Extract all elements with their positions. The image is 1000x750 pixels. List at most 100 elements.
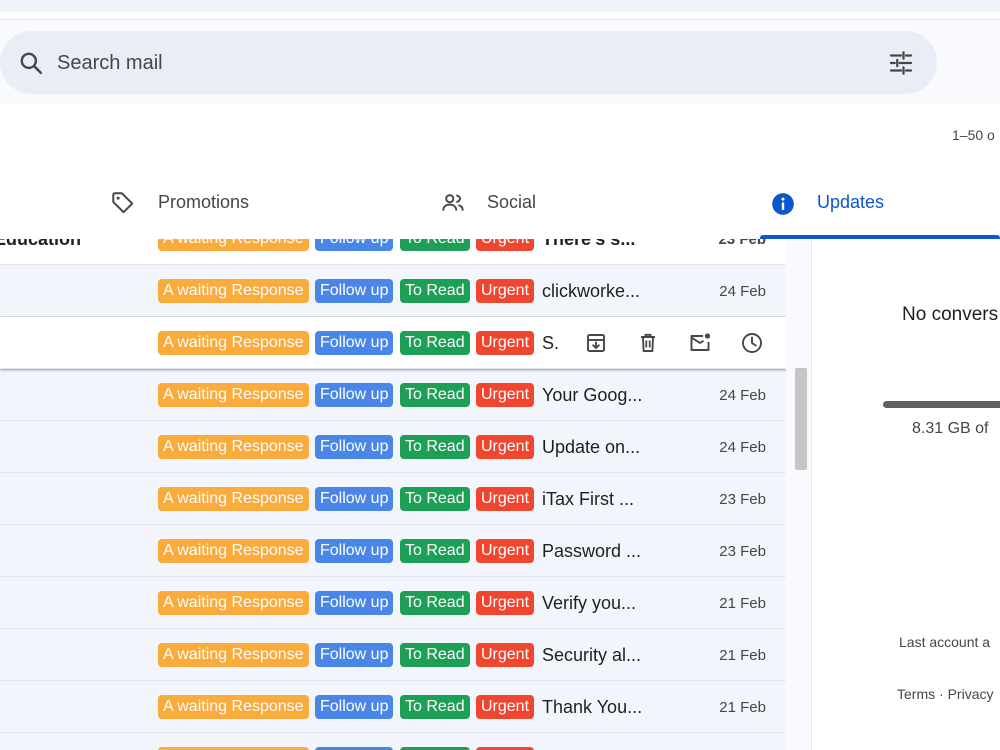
email-subject: Update on... — [542, 437, 641, 457]
scrollbar-thumb[interactable] — [795, 368, 807, 470]
email-subject: S. — [542, 333, 560, 353]
privacy-link[interactable]: Privacy — [948, 686, 994, 702]
email-sender: Education — [0, 239, 82, 249]
label-urgent: Urgent — [476, 591, 535, 615]
email-date: 24 Feb — [719, 439, 766, 456]
snooze-icon[interactable] — [740, 331, 764, 355]
email-row[interactable]: A waiting Response Follow up To Read Urg… — [0, 473, 786, 525]
label-follow-up: Follow up — [315, 591, 394, 615]
label-awaiting-response: A waiting Response — [158, 331, 309, 355]
email-row[interactable]: A waiting Response Follow up To Read Urg… — [0, 733, 786, 750]
label-awaiting-response: A waiting Response — [158, 239, 309, 251]
label-awaiting-response: A waiting Response — [158, 279, 309, 303]
tab-label: Updates — [817, 192, 885, 212]
label-urgent: Urgent — [476, 487, 535, 511]
label-urgent: Urgent — [476, 695, 535, 719]
email-subject: There's s... — [542, 239, 636, 249]
label-to-read: To Read — [400, 539, 470, 563]
storage-usage-text: 8.31 GB of — [912, 420, 989, 437]
pagination-text: 1–50 o — [952, 127, 995, 143]
search-options-icon[interactable] — [886, 48, 916, 78]
email-subject: Thank You... — [542, 697, 643, 717]
label-follow-up: Follow up — [315, 279, 394, 303]
label-follow-up: Follow up — [315, 539, 394, 563]
tab-label: Social — [487, 192, 537, 212]
label-urgent: Urgent — [476, 539, 535, 563]
info-icon — [772, 193, 794, 215]
label-to-read: To Read — [400, 643, 470, 667]
label-urgent: Urgent — [476, 435, 535, 459]
email-row[interactable]: A waiting Response Follow up To Read Urg… — [0, 369, 786, 421]
label-follow-up: Follow up — [315, 695, 394, 719]
label-to-read: To Read — [400, 239, 470, 251]
email-date: 21 Feb — [719, 647, 766, 664]
email-row[interactable]: A waiting Response Follow up To Read Urg… — [0, 681, 786, 733]
label-awaiting-response: A waiting Response — [158, 487, 309, 511]
label-awaiting-response: A waiting Response — [158, 435, 309, 459]
label-to-read: To Read — [400, 591, 470, 615]
label-follow-up: Follow up — [315, 383, 394, 407]
label-awaiting-response: A waiting Response — [158, 591, 309, 615]
label-follow-up: Follow up — [315, 643, 394, 667]
email-date: 23 Feb — [719, 543, 766, 560]
people-icon — [442, 194, 464, 211]
label-to-read: To Read — [400, 695, 470, 719]
email-date: 24 Feb — [719, 387, 766, 404]
tab-updates[interactable]: Updates — [770, 180, 1000, 238]
email-subject: Password ... — [542, 541, 642, 561]
email-row[interactable]: A waiting Response Follow up To Read Urg… — [0, 577, 786, 629]
label-to-read: To Read — [400, 279, 470, 303]
last-account-activity: Last account a — [899, 634, 991, 650]
label-urgent: Urgent — [476, 279, 535, 303]
label-awaiting-response: A waiting Response — [158, 383, 309, 407]
label-urgent: Urgent — [476, 383, 535, 407]
label-urgent: Urgent — [476, 643, 535, 667]
label-urgent: Urgent — [476, 331, 535, 355]
email-date: 21 Feb — [719, 595, 766, 612]
label-follow-up: Follow up — [315, 331, 394, 355]
top-strip — [0, 0, 1000, 12]
label-awaiting-response: A waiting Response — [158, 539, 309, 563]
label-follow-up: Follow up — [315, 239, 394, 251]
search-bar[interactable] — [0, 31, 937, 94]
email-row[interactable]: Education A waiting Response Follow up T… — [0, 239, 786, 265]
empty-conversation-message: No convers — [902, 304, 999, 325]
label-to-read: To Read — [400, 487, 470, 511]
email-date: 23 Feb — [718, 239, 766, 248]
email-row-hovered[interactable]: A waiting Response Follow up To Read Urg… — [0, 317, 786, 369]
email-list: Education A waiting Response Follow up T… — [0, 239, 786, 750]
label-to-read: To Read — [400, 435, 470, 459]
email-date: 23 Feb — [719, 491, 766, 508]
label-to-read: To Read — [400, 383, 470, 407]
email-row[interactable]: A waiting Response Follow up To Read Urg… — [0, 265, 786, 317]
tab-label: Promotions — [158, 192, 250, 212]
email-row[interactable]: A waiting Response Follow up To Read Urg… — [0, 421, 786, 473]
email-date: 21 Feb — [719, 699, 766, 716]
label-follow-up: Follow up — [315, 435, 394, 459]
tag-icon — [112, 192, 134, 214]
email-row[interactable]: A waiting Response Follow up To Read Urg… — [0, 629, 786, 681]
storage-usage-bar — [883, 401, 1000, 408]
email-subject: iTax First ... — [542, 489, 635, 509]
tab-promotions[interactable]: Promotions — [110, 180, 360, 238]
mark-unread-icon[interactable] — [688, 331, 712, 355]
email-subject: Your Goog... — [542, 385, 643, 405]
tab-social[interactable]: Social — [440, 180, 690, 238]
label-follow-up: Follow up — [315, 487, 394, 511]
search-icon[interactable] — [18, 50, 44, 76]
email-subject: clickworke... — [542, 281, 641, 301]
label-awaiting-response: A waiting Response — [158, 643, 309, 667]
email-date: 24 Feb — [719, 283, 766, 300]
label-urgent: Urgent — [476, 239, 535, 251]
archive-icon[interactable] — [584, 331, 608, 355]
scrollbar-track[interactable] — [786, 239, 812, 750]
label-to-read: To Read — [400, 331, 470, 355]
footer-links: Terms · Privacy — [897, 686, 993, 702]
delete-icon[interactable] — [636, 331, 660, 355]
terms-link[interactable]: Terms — [897, 686, 935, 702]
email-subject: Security al... — [542, 645, 642, 665]
footer-separator: · — [939, 686, 944, 702]
email-row[interactable]: A waiting Response Follow up To Read Urg… — [0, 525, 786, 577]
label-awaiting-response: A waiting Response — [158, 695, 309, 719]
search-input[interactable] — [57, 48, 757, 78]
